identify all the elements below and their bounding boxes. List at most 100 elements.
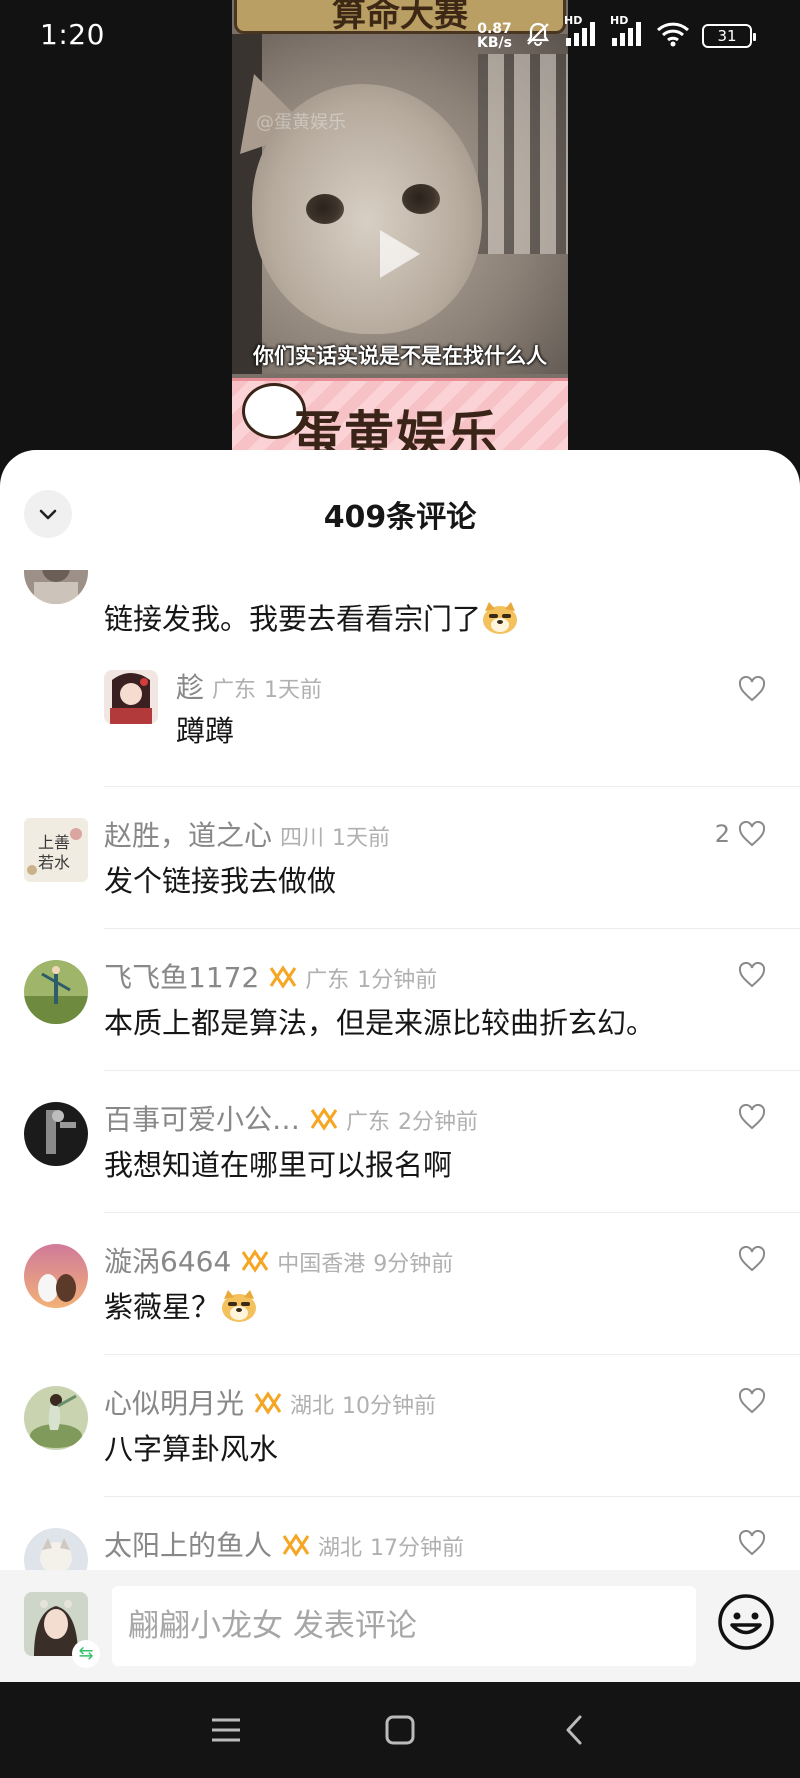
comment-text: 紫薇星？ (104, 1284, 258, 1326)
reply-location: 广东 (212, 678, 257, 703)
back-arrow-icon (566, 1715, 582, 1745)
comment-text: 本质上都是算法，但是来源比较曲折玄幻。 (104, 1006, 656, 1040)
switch-account-icon[interactable]: ⇆ (72, 1640, 100, 1668)
comment-count-title: 409条评论 (323, 500, 477, 535)
avatar[interactable] (24, 1244, 88, 1308)
comment-text: 我想知道在哪里可以报名啊 (104, 1148, 453, 1182)
divider (104, 1212, 800, 1213)
comment-input-bar: ⇆ (0, 1570, 800, 1682)
reply-item: 趁广东 1天前 蹲蹲 (0, 670, 800, 790)
divider (104, 1496, 800, 1497)
wifi-icon (656, 20, 690, 52)
comment-author: 百事可爱小公… 广东 2分钟前 (104, 1098, 478, 1138)
avatar[interactable]: 上善 若水 (24, 818, 88, 882)
comment-text: 发个链接我去做做 (104, 864, 337, 898)
avatar[interactable] (24, 960, 88, 1024)
signal-icon-1: HD (564, 14, 598, 52)
video-bottom-banner: 蛋黄娱乐 (232, 378, 568, 460)
fan-badge-icon (254, 1389, 282, 1415)
app-screen: 1:20 0.87 KB/s HD HD 31 @蛋黄娱乐 算命大赛 你们实话实… (0, 0, 800, 1778)
mute-bell-icon (524, 20, 552, 52)
cat-eye-right (402, 184, 440, 214)
status-icons: 0.87 KB/s HD HD 31 (477, 14, 756, 52)
fan-badge-icon (310, 1105, 338, 1131)
fan-badge-icon (269, 963, 297, 989)
fan-badge-icon (282, 1531, 310, 1557)
home-square-icon (385, 1715, 415, 1745)
signal-label-1: HD (564, 14, 583, 27)
video-frame: @蛋黄娱乐 (232, 34, 568, 374)
reply-author-name[interactable]: 趁 (176, 671, 204, 704)
system-nav-bar (0, 1682, 800, 1778)
comment-item: 飞飞鱼1172 广东 1分钟前 本质上都是算法，但是来源比较曲折玄幻。 (0, 960, 800, 1080)
cat-eye-left (306, 194, 344, 224)
video-bg-stripes (478, 54, 568, 254)
comment-author-name[interactable]: 太阳上的鱼人 (104, 1529, 272, 1562)
comment-time: 17分钟前 (370, 1536, 465, 1561)
divider (104, 1070, 800, 1071)
like-button[interactable] (738, 1388, 766, 1414)
heart-icon (738, 1530, 766, 1556)
comment-author-name[interactable]: 飞飞鱼1172 (104, 961, 259, 994)
divider (104, 928, 800, 929)
comment-author: 心似明月光 湖北 10分钟前 (104, 1382, 436, 1422)
comment-author: 漩涡6464 中国香港 9分钟前 (104, 1240, 453, 1280)
home-button[interactable] (374, 1704, 426, 1756)
emoji-button[interactable] (716, 1592, 776, 1652)
comment-author: 飞飞鱼1172 广东 1分钟前 (104, 956, 437, 996)
comment-time: 1分钟前 (357, 968, 438, 993)
comment-author-name[interactable]: 漩涡6464 (104, 1245, 231, 1278)
comment-author-name[interactable]: 百事可爱小公… (104, 1103, 300, 1136)
doge-emoji-icon (220, 1289, 258, 1323)
comment-input[interactable] (112, 1586, 696, 1666)
comment-text-content: 链接发我。我要去看看宗门了 (104, 602, 482, 636)
like-button[interactable] (738, 676, 766, 702)
status-time: 1:20 (40, 18, 105, 51)
menu-icon (212, 1718, 240, 1742)
svg-text:若水: 若水 (38, 853, 70, 872)
reply-avatar[interactable] (104, 670, 158, 724)
like-button[interactable]: 2 (715, 820, 766, 848)
comment-time: 9分钟前 (373, 1252, 454, 1277)
menu-button[interactable] (200, 1704, 252, 1756)
net-speed: 0.87 KB/s (477, 22, 512, 50)
net-speed-unit: KB/s (477, 35, 512, 51)
avatar[interactable] (24, 1102, 88, 1166)
reply-author: 趁广东 1天前 (176, 666, 322, 706)
reply-time: 1天前 (264, 678, 323, 703)
comment-list[interactable]: 链接发我。我要去看看宗门了 趁广东 1天前 蹲蹲 上善 若水 赵胜，道之心 四川… (0, 570, 800, 1682)
smiley-icon (718, 1594, 774, 1650)
like-button[interactable] (738, 1246, 766, 1272)
video-subtitle: 你们实话实说是不是在找什么人 (253, 344, 547, 368)
like-button[interactable] (738, 1530, 766, 1556)
signal-label-2: HD (610, 14, 629, 27)
comment-sheet: 409条评论 链接发我。我要去看看宗门了 趁广东 1天前 蹲蹲 上善 若水 赵胜… (0, 450, 800, 1682)
fan-badge-icon (241, 1247, 269, 1273)
comment-item: 百事可爱小公… 广东 2分钟前 我想知道在哪里可以报名啊 (0, 1102, 800, 1222)
comment-location: 广东 (305, 968, 350, 993)
battery-level: 31 (717, 27, 737, 45)
heart-icon (738, 1246, 766, 1272)
play-icon[interactable] (380, 230, 420, 278)
like-button[interactable] (738, 962, 766, 988)
comment-location: 湖北 (318, 1536, 363, 1561)
comment-author-name[interactable]: 赵胜，道之心 (104, 819, 272, 852)
avatar[interactable] (24, 1386, 88, 1450)
comment-time: 10分钟前 (342, 1394, 437, 1419)
net-speed-value: 0.87 (477, 21, 512, 37)
like-button[interactable] (738, 1104, 766, 1130)
comment-item: 漩涡6464 中国香港 9分钟前 紫薇星？ (0, 1244, 800, 1364)
heart-icon (738, 1104, 766, 1130)
comment-location: 中国香港 (277, 1252, 366, 1277)
status-bar: 1:20 0.87 KB/s HD HD 31 (0, 0, 800, 72)
video-watermark: @蛋黄娱乐 (256, 112, 346, 133)
avatar[interactable] (24, 570, 88, 604)
battery-icon: 31 (702, 24, 756, 48)
back-button[interactable] (548, 1704, 600, 1756)
heart-icon (738, 676, 766, 702)
comment-time: 2分钟前 (398, 1110, 479, 1135)
heart-icon (738, 821, 766, 847)
heart-icon (738, 1388, 766, 1414)
comment-author-name[interactable]: 心似明月光 (104, 1387, 244, 1420)
comment-author: 太阳上的鱼人 湖北 17分钟前 (104, 1524, 464, 1564)
